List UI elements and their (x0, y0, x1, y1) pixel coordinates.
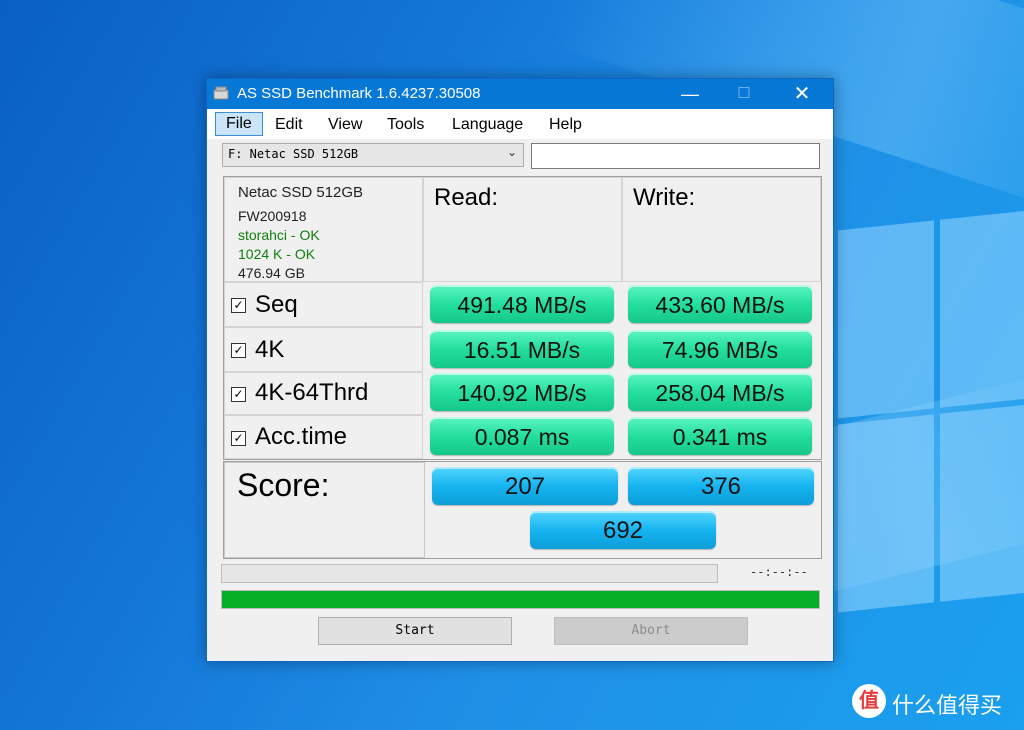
acctime-write-value: 0.341 ms (628, 417, 812, 455)
minimize-button[interactable]: — (667, 79, 713, 109)
4k64-write-value: 258.04 MB/s (628, 373, 812, 411)
drive-firmware: FW200918 (238, 208, 307, 224)
chevron-down-icon: ⌄ (506, 145, 517, 159)
progress-bar-main (221, 590, 820, 609)
score-label-cell: Score: (224, 462, 425, 558)
row-seq-label-cell: ✓ Seq (224, 282, 423, 327)
menu-tools[interactable]: Tools (387, 116, 424, 134)
read-header-cell: Read: (423, 177, 622, 282)
score-label: Score: (237, 467, 330, 503)
app-window: AS SSD Benchmark 1.6.4237.30508 — ☐ ✕ Fi… (206, 78, 834, 662)
row-label: 4K (255, 336, 285, 363)
alignment-status: 1024 K - OK (238, 246, 316, 262)
4k64-read-value: 140.92 MB/s (430, 373, 614, 411)
results-grid: Netac SSD 512GB FW200918 storahci - OK 1… (223, 176, 822, 460)
progress-bar-small (221, 564, 718, 583)
seq-write-value: 433.60 MB/s (628, 285, 812, 323)
menu-language[interactable]: Language (452, 116, 523, 134)
acctime-read-value: 0.087 ms (430, 417, 614, 455)
menu-edit[interactable]: Edit (275, 116, 303, 134)
row-4k64-label-cell: ✓ 4K-64Thrd (224, 372, 423, 415)
menu-help[interactable]: Help (549, 116, 582, 134)
write-score: 376 (628, 467, 814, 505)
maximize-button[interactable]: ☐ (721, 79, 767, 109)
window-title: AS SSD Benchmark 1.6.4237.30508 (237, 85, 481, 102)
seq-checkbox[interactable]: ✓ (231, 298, 246, 313)
read-score: 207 (432, 467, 618, 505)
4k-checkbox[interactable]: ✓ (231, 343, 246, 358)
row-label: 4K-64Thrd (255, 379, 369, 406)
write-header-cell: Write: (622, 177, 821, 282)
menu-bar: File Edit View Tools Language Help (207, 109, 833, 139)
abort-button[interactable]: Abort (554, 617, 748, 645)
read-header: Read: (434, 184, 499, 211)
write-header: Write: (633, 184, 696, 211)
seq-read-value: 491.48 MB/s (430, 285, 614, 323)
menu-view[interactable]: View (328, 116, 362, 134)
driver-status: storahci - OK (238, 227, 320, 243)
4k-read-value: 16.51 MB/s (430, 330, 614, 368)
elapsed-time: --:--:-- (750, 565, 808, 579)
side-field[interactable] (531, 143, 820, 169)
row-acctime-label-cell: ✓ Acc.time (224, 415, 423, 459)
menu-file[interactable]: File (215, 112, 263, 136)
close-button[interactable]: ✕ (779, 79, 825, 109)
row-label: Seq (255, 291, 298, 318)
wallpaper-windows-logo (838, 209, 1024, 630)
total-score: 692 (530, 511, 716, 549)
acctime-checkbox[interactable]: ✓ (231, 431, 246, 446)
4k-write-value: 74.96 MB/s (628, 330, 812, 368)
start-button[interactable]: Start (318, 617, 512, 645)
drive-select[interactable]: F: Netac SSD 512GB ⌄ (222, 143, 524, 167)
score-panel: Score: 207 376 692 (223, 461, 822, 559)
drive-select-value: F: Netac SSD 512GB (228, 147, 359, 161)
drive-info-panel: Netac SSD 512GB FW200918 storahci - OK 1… (224, 177, 423, 282)
drive-capacity: 476.94 GB (238, 265, 305, 281)
row-label: Acc.time (255, 423, 348, 450)
4k64-checkbox[interactable]: ✓ (231, 387, 246, 402)
watermark-logo: 值 (852, 684, 886, 718)
drive-icon (213, 86, 229, 100)
drive-model: Netac SSD 512GB (238, 184, 364, 201)
row-4k-label-cell: ✓ 4K (224, 327, 423, 372)
title-bar[interactable]: AS SSD Benchmark 1.6.4237.30508 — ☐ ✕ (207, 79, 833, 109)
watermark-text: 什么值得买 (892, 693, 1003, 718)
